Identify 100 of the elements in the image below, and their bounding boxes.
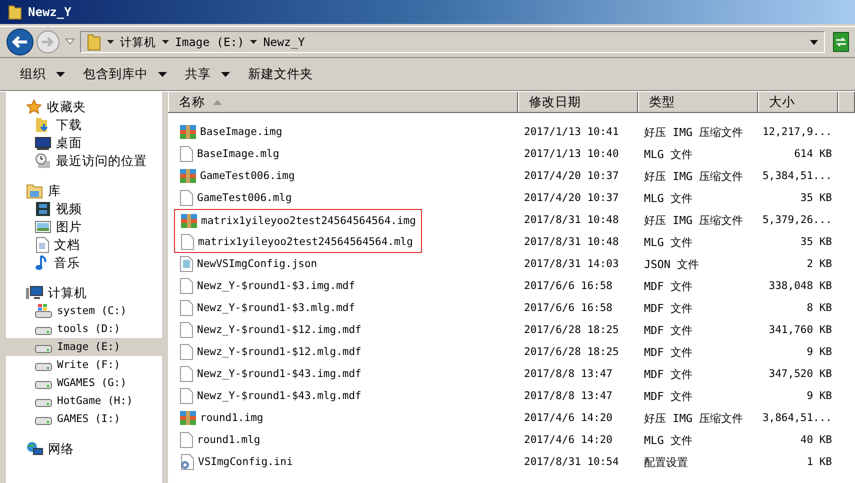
type-cell-text: MLG 文件 — [643, 432, 694, 448]
star-icon — [26, 99, 42, 115]
library-icon — [26, 183, 43, 199]
type-cell-text: 好压 IMG 压缩文件 — [643, 410, 744, 426]
breadcrumb-item[interactable]: 计算机 — [120, 34, 156, 50]
sidebar-group[interactable]: 计算机 — [6, 284, 162, 302]
column-header[interactable]: 名称 — [168, 92, 518, 112]
date-cell-text: 2017/8/8 13:47 — [523, 390, 614, 402]
toolbar-button[interactable]: 共享 — [177, 62, 238, 86]
file-name: Newz_Y-$round1-$43.mlg.mdf — [197, 390, 362, 402]
sidebar-item[interactable]: Write (F:) — [6, 356, 162, 374]
sidebar-item[interactable]: WGAMES (G:) — [6, 374, 162, 392]
folder-icon — [8, 4, 22, 20]
sidebar-item[interactable]: 下载 — [6, 116, 162, 134]
toolbar-button[interactable]: 组织 — [12, 62, 73, 86]
back-button[interactable] — [6, 28, 34, 56]
file-name: Newz_Y-$round1-$3.mlg.mdf — [197, 302, 356, 314]
type-cell-text: 好压 IMG 压缩文件 — [643, 168, 744, 184]
sidebar-group[interactable]: 库 — [6, 182, 162, 200]
music-note-icon — [35, 255, 49, 271]
size-cell-text: 40 KB — [799, 434, 833, 446]
column-header[interactable]: 类型 — [638, 92, 758, 112]
file-name: VSImgConfig.ini — [198, 456, 293, 468]
file-row[interactable]: VSImgConfig.ini 2017/8/31 10:54 配置设置 1 KB — [168, 451, 855, 473]
file-name: Newz_Y-$round1-$12.mlg.mdf — [197, 346, 362, 358]
sidebar-item[interactable]: 音乐 — [6, 254, 162, 272]
column-header[interactable]: 大小 — [758, 92, 838, 112]
document-icon — [180, 366, 193, 382]
file-row[interactable]: round1.img 2017/4/6 14:20 好压 IMG 压缩文件 3,864,51... — [168, 407, 855, 429]
type-cell-text: 好压 IMG 压缩文件 — [643, 212, 744, 228]
sidebar-item[interactable]: HotGame (H:) — [6, 392, 162, 410]
file-name: BaseImage.img — [200, 126, 282, 138]
history-dropdown-icon[interactable] — [65, 38, 75, 46]
caret-icon[interactable] — [107, 40, 114, 44]
sidebar-group[interactable]: 网络 — [6, 440, 162, 458]
breadcrumb-item[interactable]: Newz_Y — [263, 35, 305, 49]
caret-icon[interactable] — [810, 40, 818, 44]
document-icon — [180, 190, 193, 206]
size-cell-text: 2 KB — [806, 258, 833, 270]
sidebar-item[interactable]: 图片 — [6, 218, 162, 236]
sort-arrow-icon — [213, 100, 222, 104]
sidebar-item[interactable]: 文档 — [6, 236, 162, 254]
document-icon — [180, 432, 193, 448]
column-header[interactable]: 修改日期 — [518, 92, 638, 112]
file-row[interactable]: Newz_Y-$round1-$43.img.mdf 2017/8/8 13:47 MDF 文件 347,520 KB — [168, 363, 855, 385]
window-title: Newz_Y — [28, 5, 72, 19]
file-row[interactable]: Newz_Y-$round1-$3.mlg.mdf 2017/6/6 16:58 MDF 文件 8 KB — [168, 297, 855, 319]
size-cell-text: 35 KB — [799, 236, 833, 248]
date-cell-text: 2017/1/13 10:41 — [523, 126, 620, 138]
date-cell-text: 2017/6/6 16:58 — [523, 302, 614, 314]
recent-places-icon — [35, 153, 51, 169]
refresh-icon[interactable] — [833, 32, 849, 52]
file-row[interactable]: NewVSImgConfig.json 2017/8/31 14:03 JSON 文件 2 KB — [168, 253, 855, 275]
sidebar-item[interactable]: system (C:) — [6, 302, 162, 320]
file-row[interactable]: BaseImage.img 2017/1/13 10:41 好压 IMG 压缩文件 12,217,9... — [168, 121, 855, 143]
file-row[interactable]: round1.mlg 2017/4/6 14:20 MLG 文件 40 KB — [168, 429, 855, 451]
document-icon — [180, 146, 193, 162]
file-name: BaseImage.mlg — [197, 148, 280, 160]
file-row[interactable]: GameTest006.img 2017/4/20 10:37 好压 IMG 压缩文件 5,384,51... — [168, 165, 855, 187]
date-cell-text: 2017/4/6 14:20 — [523, 434, 614, 446]
file-name: matrix1yileyoo2test24564564564.mlg — [198, 236, 413, 248]
date-cell-text: 2017/8/31 10:54 — [523, 456, 620, 468]
file-row[interactable]: BaseImage.mlg 2017/1/13 10:40 MLG 文件 614 KB — [168, 143, 855, 165]
sidebar-item[interactable]: 最近访问的位置 — [6, 152, 162, 170]
date-cell-text: 2017/4/20 10:37 — [523, 192, 620, 204]
type-cell-text: MDF 文件 — [643, 388, 694, 404]
toolbar-button[interactable]: 包含到库中 — [75, 62, 175, 86]
sidebar-item[interactable]: tools (D:) — [6, 320, 162, 338]
file-row[interactable]: matrix1yileyoo2test24564564564.img 2017/8/31 10:48 好压 IMG 压缩文件 5,379,26... — [168, 209, 855, 231]
sidebar-item[interactable]: 视频 — [6, 200, 162, 218]
date-cell-text: 2017/8/31 10:48 — [523, 236, 620, 248]
sidebar-item[interactable]: 桌面 — [6, 134, 162, 152]
sidebar-item[interactable]: GAMES (I:) — [6, 410, 162, 428]
sidebar-group[interactable]: 收藏夹 — [6, 98, 162, 116]
size-cell-text: 9 KB — [806, 346, 833, 358]
file-row[interactable]: GameTest006.mlg 2017/4/20 10:37 MLG 文件 35 KB — [168, 187, 855, 209]
type-cell-text: MLG 文件 — [643, 146, 694, 162]
toolbar-button[interactable]: 新建文件夹 — [240, 62, 321, 86]
date-cell-text: 2017/8/31 10:48 — [523, 214, 620, 226]
caret-icon[interactable] — [250, 40, 258, 44]
caret-icon[interactable] — [162, 40, 169, 44]
type-cell-text: MDF 文件 — [643, 366, 694, 382]
sidebar-item[interactable]: Image (E:) — [6, 338, 162, 356]
archive-icon — [180, 410, 196, 426]
file-row[interactable]: Newz_Y-$round1-$12.mlg.mdf 2017/6/28 18:25 MDF 文件 9 KB — [168, 341, 855, 363]
file-name: round1.mlg — [197, 434, 260, 446]
document-icon — [180, 300, 193, 316]
size-cell-text: 5,384,51... — [761, 170, 833, 182]
size-cell-text: 8 KB — [806, 302, 833, 314]
file-row[interactable]: Newz_Y-$round1-$43.mlg.mdf 2017/8/8 13:47 MDF 文件 9 KB — [168, 385, 855, 407]
folder-icon — [87, 33, 101, 51]
file-row[interactable]: Newz_Y-$round1-$3.img.mdf 2017/6/6 16:58 MDF 文件 338,048 KB — [168, 275, 855, 297]
size-cell-text: 1 KB — [806, 456, 833, 468]
size-cell-text: 5,379,26... — [761, 214, 833, 226]
address-bar[interactable]: 计算机 Image (E:) Newz_Y — [80, 31, 825, 53]
breadcrumb-item[interactable]: Image (E:) — [175, 35, 244, 49]
file-row[interactable]: matrix1yileyoo2test24564564564.mlg 2017/8/31 10:48 MLG 文件 35 KB — [168, 231, 855, 253]
film-icon — [35, 201, 51, 217]
file-row[interactable]: Newz_Y-$round1-$12.img.mdf 2017/6/28 18:25 MDF 文件 341,760 KB — [168, 319, 855, 341]
date-cell-text: 2017/4/6 14:20 — [523, 412, 614, 424]
